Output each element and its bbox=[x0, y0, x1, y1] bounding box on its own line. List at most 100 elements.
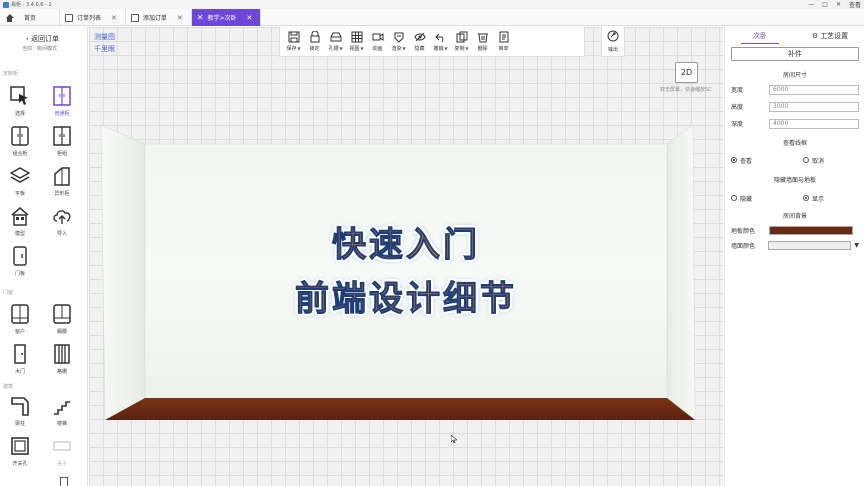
cover-icon bbox=[51, 435, 73, 457]
grille-icon bbox=[51, 343, 73, 365]
close-icon[interactable]: ✕ bbox=[111, 14, 117, 22]
tab-process-settings[interactable]: ⚙ 工艺设置 bbox=[795, 31, 864, 41]
tool-door-panel[interactable]: 门板 bbox=[4, 245, 36, 283]
overlay-title-line2: 前端设计细节 bbox=[295, 279, 517, 320]
close-icon[interactable]: ✕ bbox=[247, 14, 253, 22]
caret-down-icon: ▼ bbox=[360, 46, 364, 51]
irregular-cabinet-icon bbox=[51, 165, 73, 187]
tool-irregular-cabinet[interactable]: 异形柜 bbox=[46, 165, 78, 203]
tool-normal-cabinet[interactable]: 普通柜 bbox=[46, 85, 78, 123]
supplement-button[interactable]: 补件 bbox=[731, 47, 859, 61]
depth-input[interactable]: 4000 bbox=[769, 118, 859, 129]
height-input[interactable]: 3000 bbox=[769, 101, 859, 112]
toolbar-copy-button[interactable]: 复制 ▼ bbox=[451, 31, 472, 52]
hide-radio[interactable]: 隐藏 bbox=[731, 193, 795, 203]
close-icon[interactable]: ✕ bbox=[177, 14, 183, 22]
floor-color-swatch[interactable] bbox=[769, 226, 853, 235]
toolbar-view-button[interactable]: 视图 ▼ bbox=[346, 31, 367, 52]
toolbar-undo-button[interactable]: 撤销 ▼ bbox=[430, 31, 451, 52]
chevron-left-icon: ‹ bbox=[26, 35, 29, 43]
depth-row: 深度 4000 bbox=[731, 118, 859, 129]
current-mode-text: 当前：房间模式 bbox=[22, 46, 58, 52]
tab-label: 添加订单 bbox=[142, 15, 167, 22]
export-icon bbox=[607, 30, 619, 44]
toolbar-render-button[interactable]: 渲染 ▼ bbox=[388, 31, 409, 52]
tab-room[interactable]: 次卧 bbox=[725, 31, 795, 41]
radio-checked-icon bbox=[803, 195, 809, 201]
tab-label: 订单列表 bbox=[77, 15, 102, 22]
tool-combo-cabinet[interactable]: 组合柜 bbox=[4, 125, 36, 163]
baseboard-icon bbox=[51, 303, 73, 325]
toolbar-animation-button[interactable]: 动画 bbox=[367, 31, 388, 52]
toolbar-hole-slot-button[interactable]: 孔槽 ▼ bbox=[325, 31, 346, 52]
wireframe-radio-group: 查看 取消 bbox=[731, 155, 859, 165]
wireframe-cancel-radio[interactable]: 取消 bbox=[795, 155, 859, 165]
tool-beam[interactable]: 梁柱 bbox=[4, 395, 36, 433]
width-row: 宽度 6000 bbox=[731, 84, 859, 95]
room-floor bbox=[105, 398, 695, 420]
wall-color-swatch[interactable] bbox=[768, 241, 852, 250]
tool-window[interactable]: 窗户 bbox=[4, 303, 36, 341]
tool-stairs[interactable]: 楼梯 bbox=[46, 395, 78, 433]
more-tool-icon bbox=[60, 477, 68, 486]
tool-panel[interactable]: 平板 bbox=[4, 165, 36, 203]
radio-checked-icon bbox=[731, 157, 737, 163]
tool-select[interactable]: 选择 bbox=[4, 85, 36, 123]
window-icon bbox=[9, 303, 31, 325]
tool-baseboard[interactable]: 踢脚 bbox=[46, 303, 78, 341]
tool-wood-door[interactable]: 木门 bbox=[4, 343, 36, 381]
tool-cover[interactable]: 盖子 bbox=[46, 435, 78, 473]
export-label: 输出 bbox=[607, 47, 618, 53]
depth-label: 深度 bbox=[731, 121, 744, 128]
door-panel-icon bbox=[9, 245, 31, 267]
tab-home[interactable]: 首页 bbox=[0, 9, 60, 26]
review-doc-icon bbox=[498, 31, 510, 43]
caret-down-icon: ▼ bbox=[465, 46, 469, 51]
view-2d-button[interactable]: 2D bbox=[675, 62, 698, 83]
close-button[interactable]: ✕ bbox=[836, 1, 841, 8]
undo-icon bbox=[434, 31, 447, 43]
caret-down-icon: ▼ bbox=[297, 46, 301, 51]
tab-add-order[interactable]: 添加订单 ✕ bbox=[126, 9, 192, 26]
caret-down-icon: ▼ bbox=[402, 46, 406, 51]
tool-switch-hole[interactable]: 开关孔 bbox=[4, 435, 36, 473]
tool-import[interactable]: 导入 bbox=[46, 205, 78, 243]
wood-door-icon bbox=[9, 343, 31, 365]
hole-slot-icon bbox=[330, 31, 342, 43]
home-icon bbox=[5, 13, 14, 22]
tool-cabinet-group[interactable]: 柜组 bbox=[46, 125, 78, 163]
height-label: 高度 bbox=[731, 104, 744, 111]
show-radio[interactable]: 显示 bbox=[795, 193, 859, 203]
tab-label: 首页 bbox=[24, 15, 37, 22]
tool-grille[interactable]: 格栅 bbox=[46, 343, 78, 381]
view-menu[interactable]: 查看 bbox=[849, 0, 861, 9]
toolbar-review-button[interactable]: 审单 bbox=[493, 31, 514, 52]
toolbar-lock-button[interactable]: 锁定 bbox=[304, 31, 325, 52]
radio-unchecked-icon bbox=[731, 195, 737, 201]
tab-order-list[interactable]: 订单列表 ✕ bbox=[60, 9, 126, 26]
toolbar-hide-button[interactable]: 隐藏 bbox=[409, 31, 430, 52]
eye-hide-icon bbox=[413, 31, 426, 43]
toolbar-save-button[interactable]: 保存 ▼ bbox=[283, 31, 304, 52]
caret-down-icon: ▼ bbox=[339, 46, 343, 51]
tab-bar: 首页 订单列表 ✕ 添加订单 ✕ ✕ 教学>次卧 ✕ bbox=[0, 9, 864, 26]
wireframe-view-radio[interactable]: 查看 bbox=[731, 155, 795, 165]
lock-icon bbox=[309, 31, 321, 43]
minimize-button[interactable]: — bbox=[808, 1, 814, 8]
copy-icon bbox=[456, 31, 468, 43]
export-button[interactable]: 输出 bbox=[601, 27, 625, 57]
document-icon bbox=[65, 13, 73, 22]
layers-icon bbox=[9, 165, 31, 187]
toolbar-delete-button[interactable]: 删除 bbox=[472, 31, 493, 52]
model-house-icon bbox=[9, 205, 31, 227]
section-label: 定制柜 bbox=[3, 71, 19, 77]
section-label: 建筑 bbox=[3, 384, 14, 390]
dropdown-arrow-icon[interactable]: ▼ bbox=[854, 242, 859, 249]
tab-design[interactable]: ✕ 教学>次卧 ✕ bbox=[191, 9, 262, 26]
design-canvas[interactable]: 测量图 千里眼 快速入门 前端设计细节 保存 ▼ 锁定 孔槽 ▼ 视图 ▼ 动画… bbox=[89, 27, 723, 486]
back-to-order-button[interactable]: ‹ 返回订单 bbox=[26, 34, 59, 44]
width-input[interactable]: 6000 bbox=[769, 84, 859, 95]
maximize-button[interactable]: □ bbox=[822, 1, 828, 8]
tool-model[interactable]: 模型 bbox=[4, 205, 36, 243]
trash-icon bbox=[477, 31, 489, 43]
